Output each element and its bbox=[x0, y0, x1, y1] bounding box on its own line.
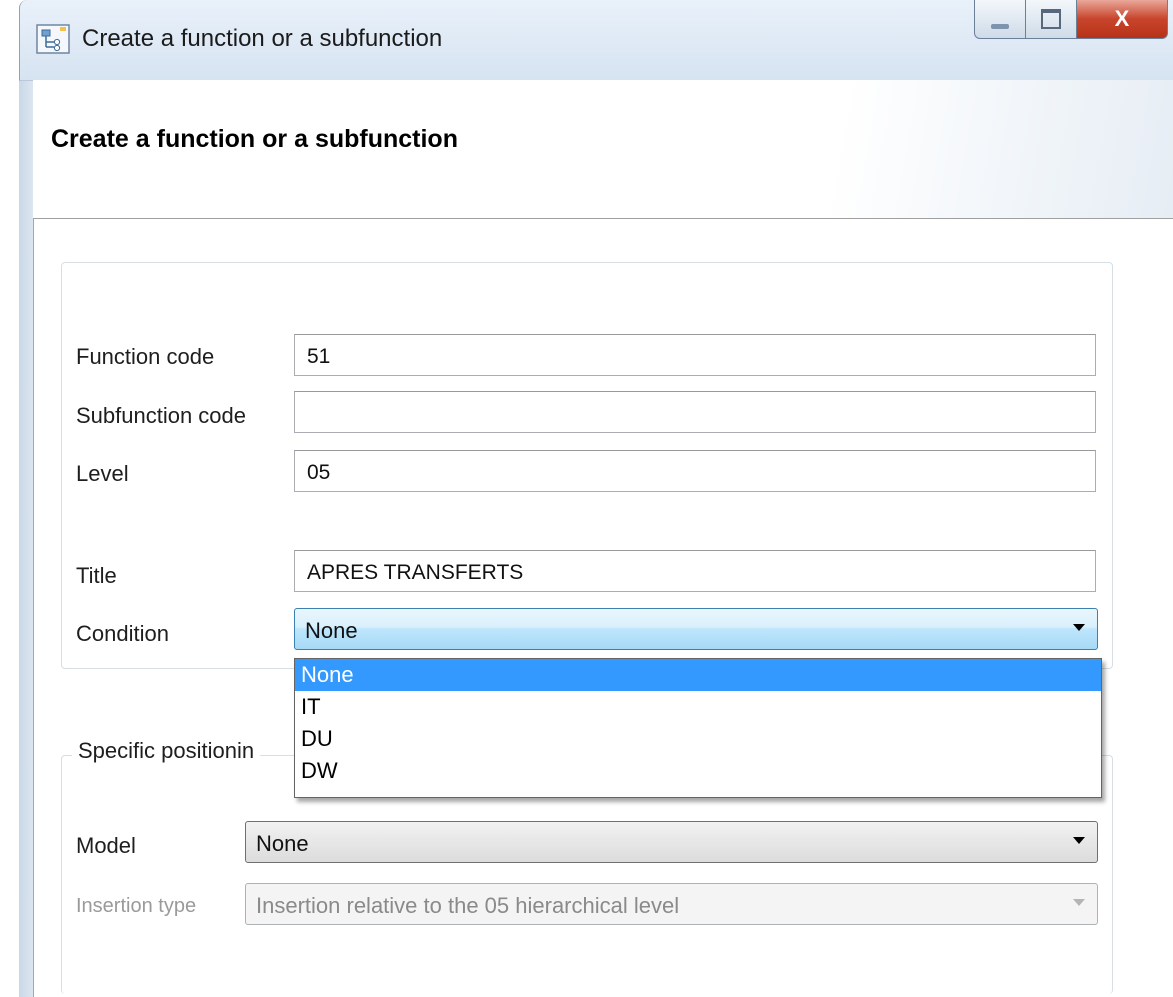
subfunction-code-field[interactable] bbox=[294, 391, 1096, 433]
chevron-down-icon bbox=[1073, 624, 1085, 631]
title-field[interactable]: APRES TRANSFERTS bbox=[294, 550, 1096, 592]
condition-option-none[interactable]: None bbox=[295, 659, 1101, 691]
maximize-button[interactable] bbox=[1026, 0, 1077, 39]
level-field[interactable]: 05 bbox=[294, 450, 1096, 492]
maximize-icon bbox=[1041, 9, 1061, 29]
title-bar[interactable]: Create a function or a subfunction X bbox=[19, 0, 1173, 81]
insertion-type-label: Insertion type bbox=[76, 895, 197, 917]
minimize-button[interactable] bbox=[974, 0, 1026, 39]
condition-selected-value: None bbox=[305, 618, 358, 643]
chevron-down-icon bbox=[1073, 837, 1085, 844]
condition-option-dw[interactable]: DW bbox=[295, 755, 1101, 787]
function-code-field[interactable]: 51 bbox=[294, 334, 1096, 376]
condition-option-it[interactable]: IT bbox=[295, 691, 1101, 723]
window-left-frame bbox=[19, 80, 34, 997]
insertion-type-dropdown: Insertion relative to the 05 hierarchica… bbox=[245, 883, 1098, 925]
insertion-type-value: Insertion relative to the 05 hierarchica… bbox=[256, 893, 680, 918]
specific-positioning-legend: Specific positionin bbox=[72, 738, 261, 764]
condition-dropdown[interactable]: None bbox=[294, 608, 1098, 650]
dialog-header: Create a function or a subfunction bbox=[33, 80, 1173, 219]
model-selected-value: None bbox=[256, 831, 309, 856]
chevron-down-icon bbox=[1073, 899, 1085, 906]
level-label: Level bbox=[76, 461, 129, 486]
model-label: Model bbox=[76, 833, 136, 858]
condition-option-du[interactable]: DU bbox=[295, 723, 1101, 755]
model-dropdown[interactable]: None bbox=[245, 821, 1098, 863]
window-title: Create a function or a subfunction bbox=[82, 25, 443, 52]
window-controls: X bbox=[974, 0, 1168, 40]
condition-label: Condition bbox=[76, 621, 169, 646]
title-label: Title bbox=[76, 563, 117, 588]
function-code-label: Function code bbox=[76, 344, 215, 369]
hierarchy-icon bbox=[36, 24, 70, 54]
header-title: Create a function or a subfunction bbox=[51, 125, 458, 153]
close-icon: X bbox=[1114, 6, 1130, 31]
close-button[interactable]: X bbox=[1077, 0, 1168, 39]
condition-options-list: None IT DU DW bbox=[294, 658, 1102, 798]
minimize-icon bbox=[991, 23, 1009, 29]
dialog-window: Create a function or a subfunction X Cre… bbox=[0, 0, 1173, 997]
subfunction-code-label: Subfunction code bbox=[76, 403, 247, 428]
